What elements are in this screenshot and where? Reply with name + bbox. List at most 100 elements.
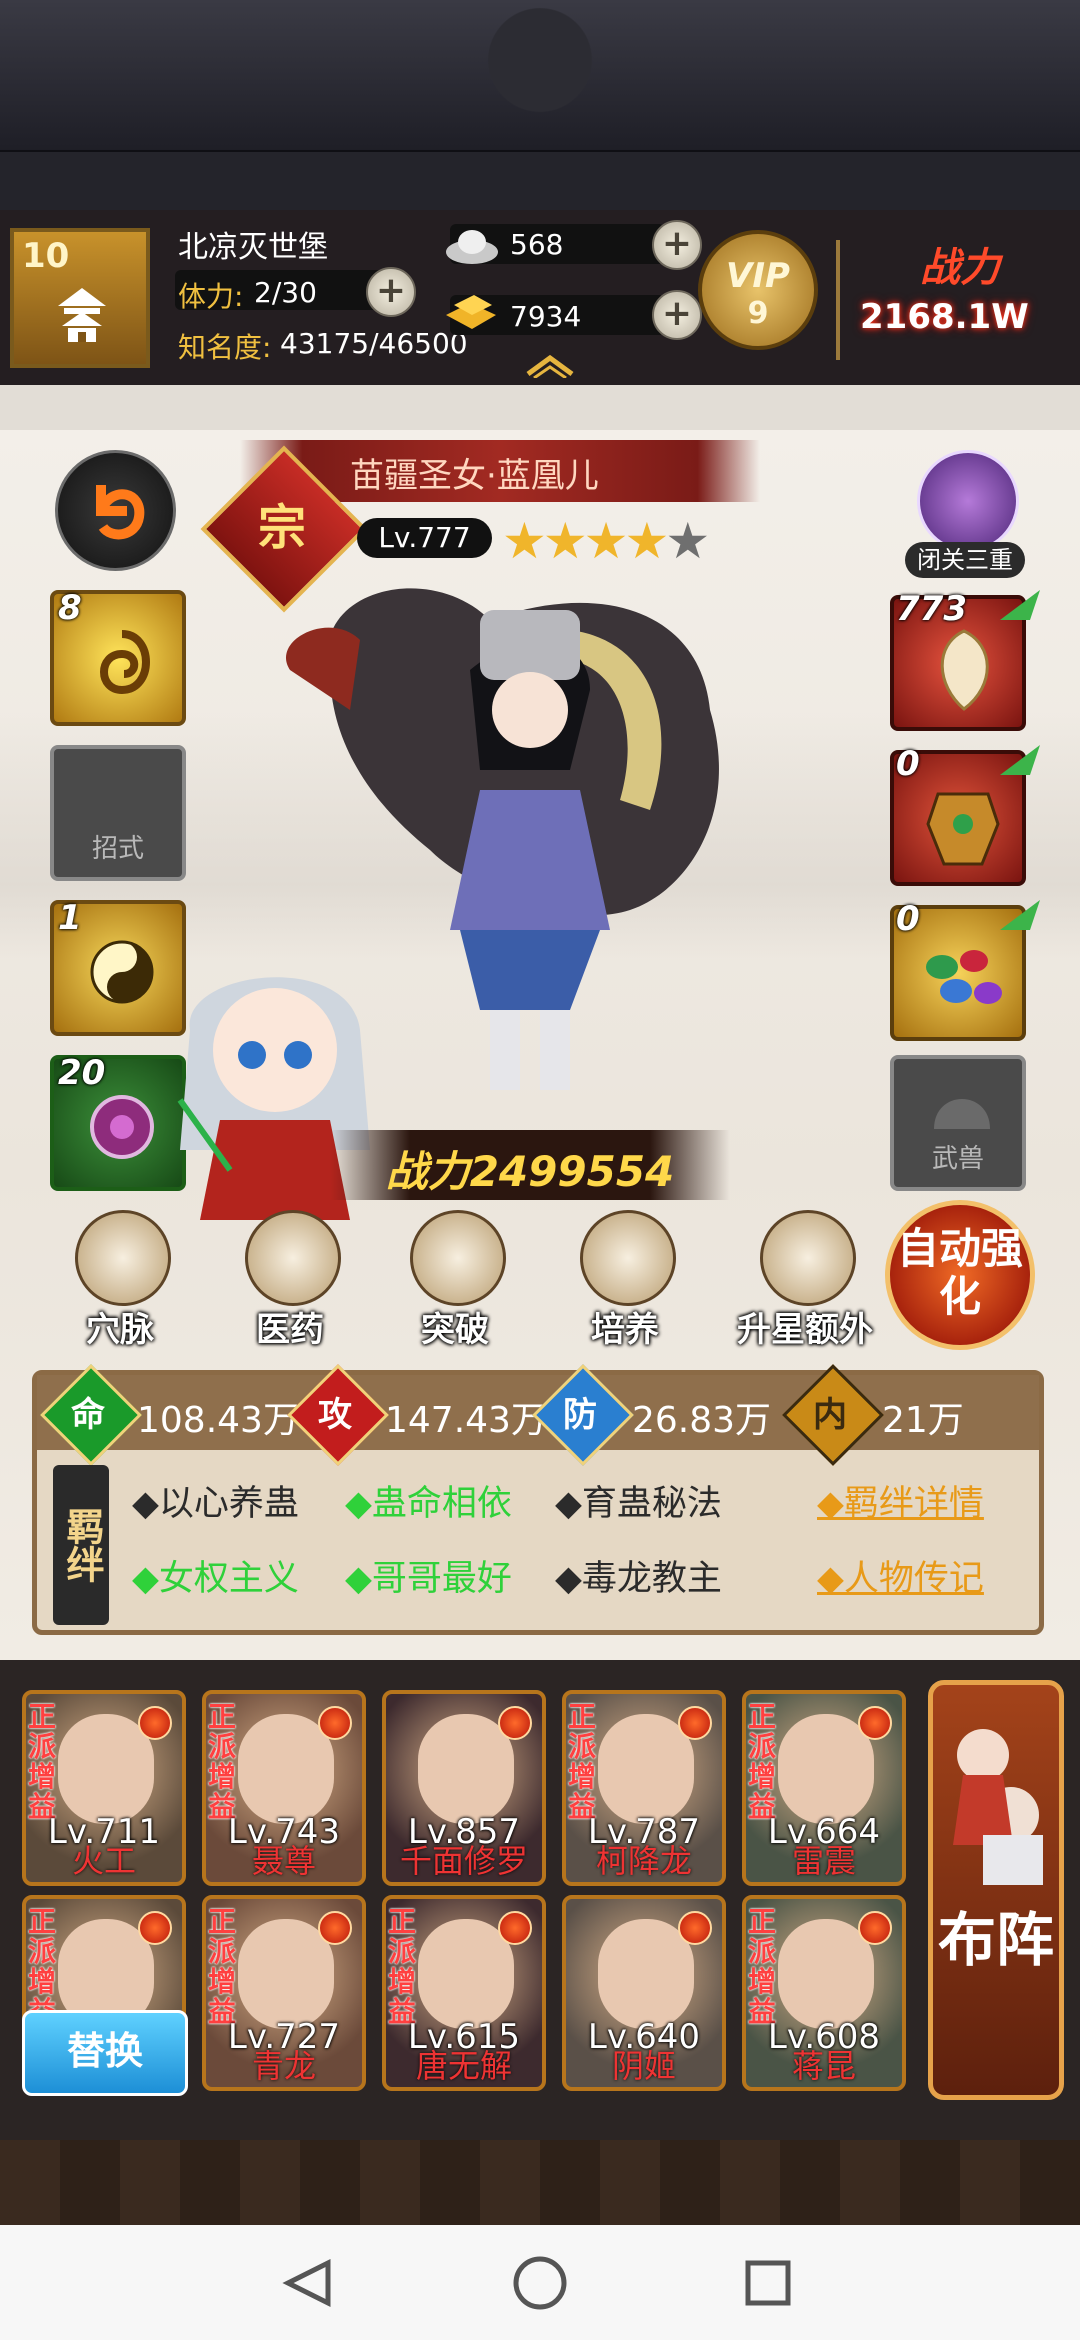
power-value: 2168.1W bbox=[860, 297, 1029, 337]
formation-heroes-art bbox=[953, 1729, 1043, 1885]
skill-label: 招式 bbox=[91, 834, 144, 864]
silver-amount: 568 bbox=[510, 228, 564, 261]
skill-slot-1[interactable]: 8 bbox=[50, 588, 186, 726]
equip-slot-4[interactable]: 武兽 bbox=[890, 1055, 1026, 1191]
beast-icon bbox=[934, 1099, 990, 1129]
silver-ingot-icon bbox=[446, 230, 498, 264]
skill-count: 8 bbox=[58, 588, 82, 628]
player-name: 北凉灭世堡 bbox=[178, 230, 328, 265]
function-breakthrough[interactable]: 突破 bbox=[390, 1210, 520, 1360]
hp-char: 命 bbox=[71, 1395, 105, 1435]
function-star-extra[interactable]: 升星额外 bbox=[725, 1210, 885, 1360]
hero-card[interactable]: 正派增益 Lv.711 火工 bbox=[22, 1690, 186, 1886]
swirl-skill-icon bbox=[100, 630, 150, 695]
equip-count: 0 bbox=[896, 899, 920, 939]
faction-tag: 正派增益 bbox=[388, 1905, 417, 2028]
total-power: 战力 2168.1W bbox=[850, 235, 1070, 365]
scroll-icon bbox=[580, 1210, 676, 1306]
back-button[interactable] bbox=[55, 450, 176, 571]
hero-card[interactable]: Lv.857 千面修罗 bbox=[382, 1690, 546, 1886]
biography-link[interactable]: ◆人物传记 bbox=[817, 1550, 984, 1601]
formation-button[interactable]: 布阵 bbox=[928, 1680, 1064, 2100]
header-divider-strip bbox=[0, 385, 1080, 430]
player-level: 10 bbox=[22, 236, 70, 276]
hero-card[interactable]: 正派增益 Lv.743 聂尊 bbox=[202, 1690, 366, 1886]
attack-value: 147.43万 bbox=[385, 1400, 547, 1441]
nav-back-icon[interactable] bbox=[258, 2233, 358, 2333]
status-dot-icon bbox=[318, 1911, 352, 1945]
fame-label: 知名度: bbox=[178, 331, 272, 364]
gold-ingot-icon bbox=[446, 295, 496, 329]
add-stamina-button[interactable]: + bbox=[366, 267, 416, 317]
formation-label: 布阵 bbox=[937, 1906, 1054, 1974]
hero-battle-power: 战力2499554 bbox=[330, 1130, 730, 1200]
function-label: 培养 bbox=[591, 1310, 659, 1350]
auto-enhance-button[interactable]: 自动强化 bbox=[885, 1200, 1035, 1350]
green-flag-icon bbox=[1000, 590, 1040, 620]
closed-training-label: 闭关三重 bbox=[905, 542, 1025, 578]
status-dot-icon bbox=[138, 1706, 172, 1740]
quality-char: 宗 bbox=[257, 500, 306, 556]
bond-item: ◆以心养蛊 bbox=[132, 1484, 299, 1524]
player-header: 10 北凉灭世堡 体力: 2/30 + 知名度: 43175/46500 568… bbox=[0, 210, 1080, 388]
defense-char: 防 bbox=[563, 1395, 597, 1435]
gold-amount: 7934 bbox=[510, 300, 582, 333]
closed-training-button[interactable]: 闭关三重 bbox=[905, 450, 1025, 590]
chevron-up-icon[interactable] bbox=[524, 350, 576, 378]
hero-card-name: 千面修罗 bbox=[399, 1842, 528, 1880]
add-silver-button[interactable]: + bbox=[652, 220, 702, 270]
power-label: 战力 bbox=[920, 245, 1000, 291]
bond-tag: 羁绊 bbox=[53, 1465, 109, 1625]
stats-panel: 命 108.43万 攻 147.43万 防 26.83万 内 21万 羁绊 ◆以… bbox=[32, 1364, 1044, 1635]
meditation-icon bbox=[917, 450, 1019, 552]
function-label: 升星额外 bbox=[737, 1310, 873, 1350]
bond-details-link[interactable]: ◆羁绊详情 bbox=[817, 1475, 984, 1526]
swap-button[interactable]: 替换 bbox=[22, 2010, 188, 2096]
nav-recents-icon[interactable] bbox=[718, 2233, 818, 2333]
hero-card[interactable]: 正派增益 Lv.787 柯降龙 bbox=[562, 1690, 726, 1886]
nav-home-icon[interactable] bbox=[490, 2233, 590, 2333]
equip-count: 773 bbox=[896, 589, 967, 629]
defense-value: 26.83万 bbox=[632, 1400, 772, 1441]
status-dot-icon bbox=[858, 1911, 892, 1945]
attack-char: 攻 bbox=[318, 1395, 352, 1435]
treasure-icon bbox=[760, 1210, 856, 1306]
skill-count: 1 bbox=[58, 898, 82, 938]
internal-value: 21万 bbox=[882, 1400, 964, 1441]
bond-item: ◆育蛊秘法 bbox=[555, 1484, 722, 1524]
function-label: 医药 bbox=[256, 1310, 324, 1350]
taiji-skill-icon bbox=[90, 940, 154, 1004]
hero-card-name: 聂尊 bbox=[251, 1842, 316, 1880]
medicine-icon bbox=[245, 1210, 341, 1306]
hero-card[interactable]: Lv.640 阴姬 bbox=[562, 1895, 726, 2091]
roof-ornament bbox=[470, 0, 610, 150]
hero-card[interactable]: 正派增益 Lv.664 雷震 bbox=[742, 1690, 906, 1886]
hero-card[interactable]: 正派增益 Lv.727 青龙 bbox=[202, 1895, 366, 2091]
status-dot-icon bbox=[678, 1911, 712, 1945]
hero-card-name: 火工 bbox=[71, 1842, 136, 1880]
shell-icon bbox=[940, 629, 989, 711]
team-roster: 布阵 正派增益 Lv.711 火工 正派增益 Lv.743 聂尊 Lv.857 千面修罗 正派增… bbox=[0, 1660, 1080, 2140]
system-navbar bbox=[0, 2225, 1080, 2340]
battle-power-value: 战力2499554 bbox=[385, 1147, 675, 1196]
bond-item: ◆蛊命相依 bbox=[345, 1484, 512, 1524]
add-gold-button[interactable]: + bbox=[652, 290, 702, 340]
player-level-badge[interactable]: 10 bbox=[10, 228, 150, 368]
status-dot-icon bbox=[678, 1706, 712, 1740]
roof-background bbox=[0, 0, 1080, 212]
skill-slot-2[interactable]: 招式 bbox=[50, 745, 186, 881]
function-medicine[interactable]: 医药 bbox=[225, 1210, 355, 1360]
bond-item: ◆女权主义 bbox=[132, 1559, 299, 1599]
vip-badge[interactable]: VIP 9 bbox=[698, 230, 818, 350]
bond-item: ◆毒龙教主 bbox=[555, 1559, 722, 1599]
hero-card-name: 阴姬 bbox=[611, 2047, 676, 2085]
hero-card-name: 柯降龙 bbox=[595, 1842, 692, 1880]
purple-orb-icon bbox=[90, 1095, 154, 1159]
function-meridian[interactable]: 穴脉 bbox=[55, 1210, 185, 1360]
hero-card[interactable]: 正派增益 Lv.615 唐无解 bbox=[382, 1895, 546, 2091]
pagoda-icon bbox=[58, 288, 106, 342]
armor-icon bbox=[926, 792, 1000, 866]
status-dot-icon bbox=[498, 1706, 532, 1740]
function-train[interactable]: 培养 bbox=[560, 1210, 690, 1360]
hero-card[interactable]: 正派增益 Lv.608 蒋昆 bbox=[742, 1895, 906, 2091]
